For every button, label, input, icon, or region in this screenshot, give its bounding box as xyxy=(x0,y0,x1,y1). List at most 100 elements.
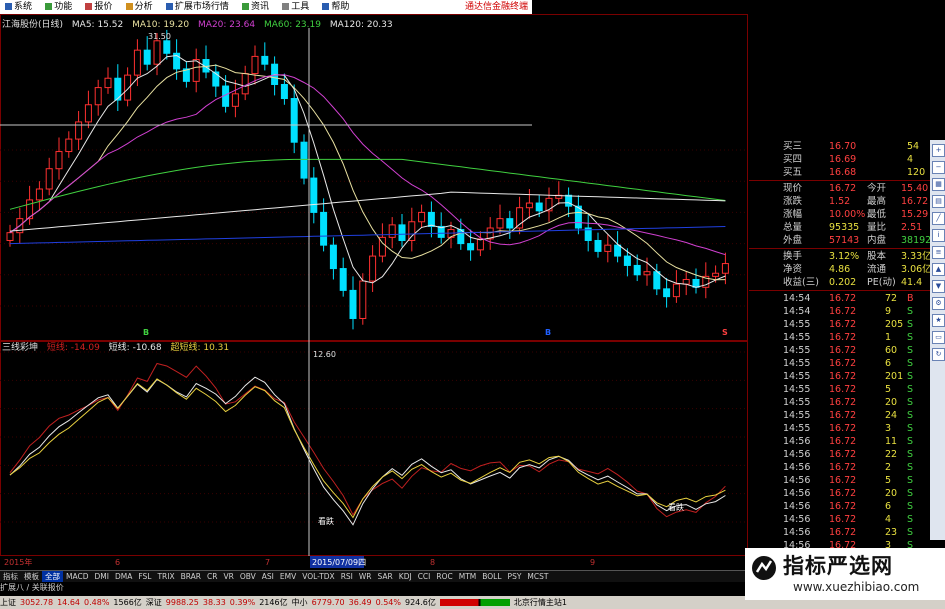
print-icon[interactable]: ▭ xyxy=(932,331,945,344)
stat-key: 今开 xyxy=(867,183,887,194)
tab-trix[interactable]: TRIX xyxy=(154,571,177,582)
list-icon[interactable]: ≡ xyxy=(932,246,945,259)
candle-body xyxy=(35,188,43,201)
menu-analysis-label: 分析 xyxy=(134,2,153,12)
line-icon[interactable]: ╱ xyxy=(932,212,945,225)
ask-name: 买四 xyxy=(783,154,803,165)
tab-dmi[interactable]: DMI xyxy=(91,571,111,582)
sub-tab[interactable]: 扩展八 / 关联报价 xyxy=(0,582,748,594)
stat-key: 现价 xyxy=(783,183,803,194)
trade-direction: B xyxy=(907,293,914,304)
ma20-value: MA20: 23.64 xyxy=(198,20,256,30)
trade-volume: 205 xyxy=(885,319,904,330)
arrow-up-icon[interactable]: ▲ xyxy=(932,263,945,276)
candle-body xyxy=(75,121,83,140)
menu-system[interactable]: 系统 xyxy=(0,0,37,14)
stat-key: 涨跌 xyxy=(783,196,803,207)
candle-body xyxy=(329,244,337,270)
trade-price: 16.72 xyxy=(829,306,857,317)
tab-cci[interactable]: CCI xyxy=(415,571,434,582)
stat-value: 4.86 xyxy=(829,264,851,275)
tab--[interactable]: 指标 xyxy=(0,571,21,582)
tab-boll[interactable]: BOLL xyxy=(479,571,504,582)
zoom-out-icon[interactable]: − xyxy=(932,161,945,174)
menu-quote[interactable]: 报价 xyxy=(80,0,117,14)
info-icon[interactable]: i xyxy=(932,229,945,242)
tick-trade-row: 14:54 16.72 9 S xyxy=(749,305,930,319)
candle-body xyxy=(84,104,92,123)
tab-cr[interactable]: CR xyxy=(204,571,220,582)
candle-body xyxy=(280,83,288,100)
trade-mark: B xyxy=(545,328,551,337)
tick-trade-row: 14:56 16.72 6 S xyxy=(749,500,930,514)
tab--[interactable]: 全部 xyxy=(42,571,63,582)
tab-psy[interactable]: PSY xyxy=(505,571,525,582)
chart-area[interactable]: 24.0022.0020.0018.0016.0014.00 120.0100.… xyxy=(0,14,748,570)
refresh-icon[interactable]: ↻ xyxy=(932,348,945,361)
tab-asi[interactable]: ASI xyxy=(259,571,277,582)
tab-obv[interactable]: OBV xyxy=(237,571,259,582)
tab-sar[interactable]: SAR xyxy=(375,571,396,582)
menu-news[interactable]: 资讯 xyxy=(237,0,274,14)
menu-tools[interactable]: 工具 xyxy=(277,0,314,14)
grid-icon[interactable]: ▦ xyxy=(932,178,945,191)
index-amount: 924.6亿 xyxy=(404,598,436,607)
index-change: 36.49 xyxy=(348,598,372,607)
time-axis-label: 7 xyxy=(265,558,270,567)
trade-volume: 20 xyxy=(885,397,898,408)
time-axis-label: 8 xyxy=(430,558,435,567)
tab--[interactable]: 模板 xyxy=(21,571,42,582)
star-icon[interactable]: ★ xyxy=(932,314,945,327)
tab-brar[interactable]: BRAR xyxy=(178,571,204,582)
tab-vol-tdx[interactable]: VOL-TDX xyxy=(299,571,337,582)
trade-time: 14:56 xyxy=(783,501,811,512)
trade-time: 14:55 xyxy=(783,384,811,395)
trade-price: 16.72 xyxy=(829,384,857,395)
candle-body xyxy=(623,255,631,266)
index-percent: 0.48% xyxy=(84,598,110,607)
menu-analysis[interactable]: 分析 xyxy=(121,0,158,14)
chart-icon[interactable]: ▤ xyxy=(932,195,945,208)
stat-value: 10.00% xyxy=(829,209,866,220)
tab-fsl[interactable]: FSL xyxy=(135,571,154,582)
menu-help[interactable]: 帮助 xyxy=(317,0,354,14)
stat-row: 涨幅 10.00% 最低 15.29 xyxy=(749,208,930,222)
settings-icon[interactable]: ⚙ xyxy=(932,297,945,310)
zoom-in-icon[interactable]: + xyxy=(932,144,945,157)
tab-wr[interactable]: WR xyxy=(356,571,375,582)
indicator-line-white xyxy=(9,376,726,526)
trade-price: 16.72 xyxy=(829,514,857,525)
candle-body xyxy=(163,40,171,54)
candle-body xyxy=(496,218,504,229)
menu-function[interactable]: 功能 xyxy=(40,0,77,14)
trade-time: 14:55 xyxy=(783,397,811,408)
trade-direction: S xyxy=(907,371,914,382)
ask-price: 16.70 xyxy=(829,141,857,152)
stat-value: 3.06亿 xyxy=(901,264,932,275)
indicator-title[interactable]: 三线彩坤 xyxy=(2,343,38,353)
trade-direction: S xyxy=(907,488,914,499)
tab-kdj[interactable]: KDJ xyxy=(396,571,415,582)
trade-price: 16.72 xyxy=(829,293,857,304)
tab-emv[interactable]: EMV xyxy=(277,571,299,582)
menu-ext-market[interactable]: 扩展市场行情 xyxy=(161,0,234,14)
trade-direction: S xyxy=(907,475,914,486)
trade-time: 14:56 xyxy=(783,475,811,486)
arrow-down-icon[interactable]: ▼ xyxy=(932,280,945,293)
stat-key: 净资 xyxy=(783,264,803,275)
stat-key: 总量 xyxy=(783,222,803,233)
indicator-annotation: 看跌 xyxy=(668,502,684,512)
server-name[interactable]: 北京行情主站1 xyxy=(514,598,567,607)
tab-mtm[interactable]: MTM xyxy=(456,571,480,582)
tab-macd[interactable]: MACD xyxy=(63,571,91,582)
candle-body xyxy=(525,202,533,209)
trade-price: 16.72 xyxy=(829,423,857,434)
tab-rsi[interactable]: RSI xyxy=(338,571,356,582)
candle-body xyxy=(682,278,690,285)
trade-time: 14:55 xyxy=(783,332,811,343)
tab-mcst[interactable]: MCST xyxy=(524,571,551,582)
tab-dma[interactable]: DMA xyxy=(112,571,135,582)
tab-roc[interactable]: ROC xyxy=(433,571,455,582)
tab-vr[interactable]: VR xyxy=(220,571,236,582)
trade-time: 14:54 xyxy=(783,306,811,317)
